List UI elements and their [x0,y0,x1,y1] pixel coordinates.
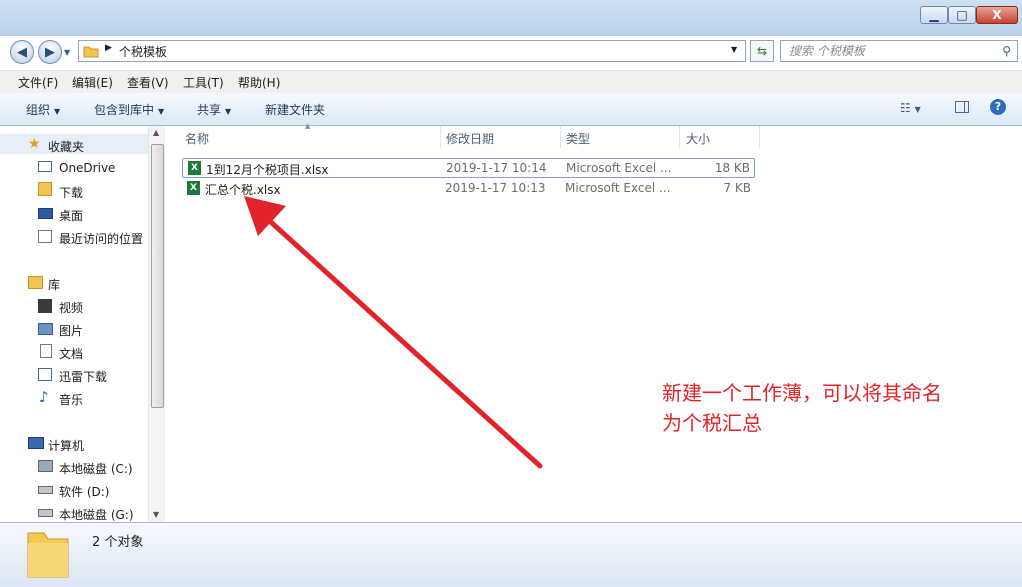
annotation-arrow [244,196,543,469]
item-count: 2 个对象 [92,535,144,550]
details-pane: 2 个对象 [0,522,1022,587]
annotation-line-2: 为个税汇总 [662,411,762,435]
annotation-text: 新建一个工作薄，可以将其命名 为个税汇总 [662,378,1022,438]
annotation-line-1: 新建一个工作薄，可以将其命名 [662,381,942,405]
folder-icon [27,532,69,578]
